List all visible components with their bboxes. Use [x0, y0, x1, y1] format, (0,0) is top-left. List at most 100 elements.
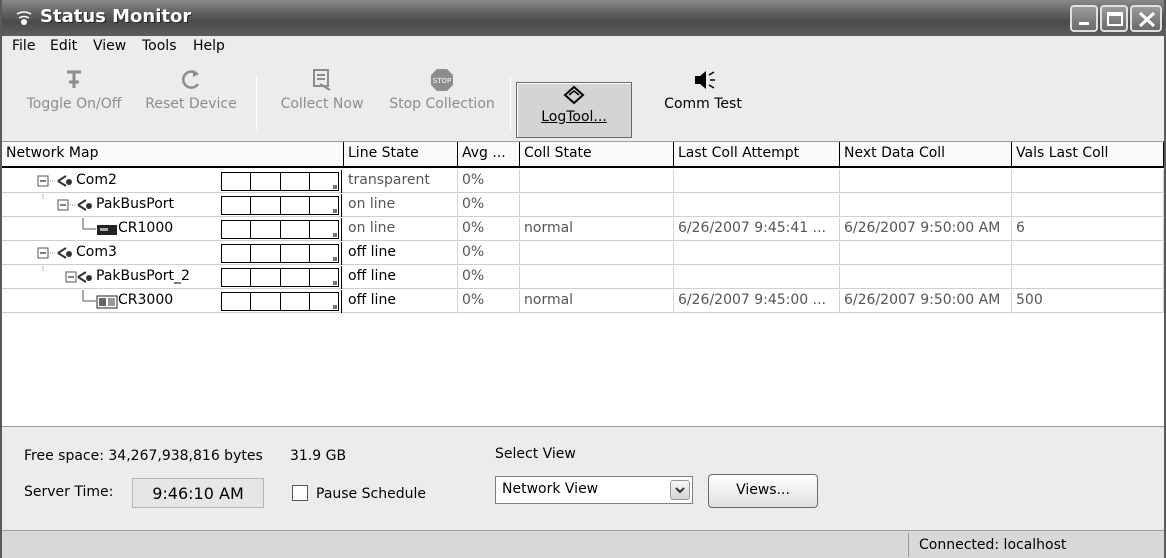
info-panel: Free space: 34,267,938,816 bytes 31.9 GB…: [2, 428, 1164, 530]
comm-test-button[interactable]: Comm Test: [652, 66, 754, 136]
toolbar-separator: [256, 76, 257, 130]
node-name[interactable]: CR3000: [118, 292, 173, 308]
last-coll-attempt: [674, 170, 840, 193]
network-map-cell: CR1000: [2, 218, 342, 241]
maximize-icon: [1107, 12, 1123, 26]
tree-expander[interactable]: [2, 266, 82, 289]
vals-last-coll: 500: [1012, 290, 1164, 313]
table-row[interactable]: CR3000 off line 0% normal 6/26/2007 9:45…: [2, 290, 1164, 313]
line-state: off line: [344, 242, 458, 265]
reset-device-button[interactable]: Reset Device: [138, 66, 244, 136]
node-name[interactable]: CR1000: [118, 220, 173, 236]
logtool-icon: [563, 85, 585, 105]
menu-view[interactable]: View: [93, 38, 126, 54]
free-space-gb: 31.9 GB: [290, 448, 347, 464]
logtool-label: LogTool...: [541, 109, 607, 125]
network-map-cell: PakBusPort: [2, 194, 342, 217]
menu-tools[interactable]: Tools: [142, 38, 177, 54]
coll-state: normal: [520, 290, 674, 313]
tree-branch: [82, 218, 96, 230]
toggle-on-off-button[interactable]: Toggle On/Off: [14, 66, 134, 136]
window-title: Status Monitor: [40, 6, 192, 27]
avg: 0%: [458, 290, 520, 313]
network-map-cell: Com3: [2, 242, 342, 265]
connection-status: Connected: localhost: [908, 533, 1162, 557]
pause-schedule-label[interactable]: Pause Schedule: [316, 486, 426, 502]
col-network-map[interactable]: Network Map: [2, 142, 344, 168]
select-view-dropdown[interactable]: Network View: [495, 476, 693, 504]
network-map-cell: Com2: [2, 170, 342, 193]
avg: 0%: [458, 266, 520, 289]
next-data-coll: [840, 242, 1012, 265]
server-time-label: Server Time:: [24, 484, 114, 500]
close-icon: [1138, 11, 1156, 28]
col-line-state[interactable]: Line State: [344, 142, 458, 168]
svg-text:STOP: STOP: [433, 77, 451, 85]
comm-test-label: Comm Test: [664, 96, 742, 112]
node-name[interactable]: Com3: [76, 244, 117, 260]
select-view-label: Select View: [495, 446, 576, 462]
collect-now-button[interactable]: Collect Now: [270, 66, 374, 136]
node-name[interactable]: PakBusPort_2: [96, 268, 190, 284]
collect-icon: [313, 69, 331, 91]
menu-file[interactable]: File: [12, 38, 35, 54]
vals-last-coll: [1012, 266, 1164, 289]
avg: 0%: [458, 218, 520, 241]
col-vals-last-coll[interactable]: Vals Last Coll: [1012, 142, 1164, 168]
last-coll-attempt: 6/26/2007 9:45:41 ...: [674, 218, 840, 241]
avg: 0%: [458, 242, 520, 265]
toolbar-separator: [510, 76, 511, 130]
table-row[interactable]: PakBusPort_2 off line 0%: [2, 266, 1164, 289]
chevron-down-icon[interactable]: [670, 480, 690, 500]
datalogger-icon: [97, 225, 117, 235]
table-row[interactable]: Com3 off line 0%: [2, 242, 1164, 265]
minimize-button[interactable]: [1070, 5, 1098, 32]
title-bar[interactable]: Status Monitor: [2, 0, 1164, 36]
close-button[interactable]: [1130, 5, 1162, 32]
select-view-value: Network View: [502, 481, 599, 497]
activity-indicator: [221, 172, 339, 191]
activity-indicator: [221, 268, 339, 287]
last-coll-attempt: [674, 266, 840, 289]
collect-label: Collect Now: [280, 96, 364, 112]
maximize-button[interactable]: [1100, 5, 1128, 32]
next-data-coll: [840, 194, 1012, 217]
col-next-data-coll[interactable]: Next Data Coll: [840, 142, 1012, 168]
grid-header: Network Map Line State Avg ... Coll Stat…: [2, 142, 1164, 168]
menu-help[interactable]: Help: [193, 38, 225, 54]
table-row[interactable]: Com2 transparent 0%: [2, 170, 1164, 193]
app-icon: [16, 11, 32, 25]
server-time-value: 9:46:10 AM: [132, 478, 264, 508]
toggle-icon: [67, 70, 81, 88]
pause-schedule-checkbox[interactable]: [292, 485, 308, 501]
menu-bar: File Edit View Tools Help: [2, 36, 1164, 58]
table-row[interactable]: PakBusPort on line 0%: [2, 194, 1164, 217]
node-name[interactable]: Com2: [76, 172, 117, 188]
logtool-button[interactable]: LogTool...: [516, 82, 632, 138]
tree-expander[interactable]: [2, 170, 62, 193]
table-row[interactable]: CR1000 on line 0% normal 6/26/2007 9:45:…: [2, 218, 1164, 241]
pakbus-port-icon: [77, 199, 92, 211]
vals-last-coll: [1012, 170, 1164, 193]
network-map-cell: PakBusPort_2: [2, 266, 342, 289]
activity-indicator: [221, 292, 339, 311]
reset-icon: [182, 70, 200, 89]
reset-label: Reset Device: [145, 96, 237, 112]
activity-indicator: [221, 244, 339, 263]
menu-edit[interactable]: Edit: [50, 38, 77, 54]
views-button[interactable]: Views...: [708, 474, 818, 508]
stop-collection-button[interactable]: STOP Stop Collection: [380, 66, 504, 136]
toggle-label: Toggle On/Off: [26, 96, 122, 112]
tree-expander[interactable]: [2, 194, 82, 217]
line-state: on line: [344, 194, 458, 217]
pakbus-port-icon: [77, 271, 92, 283]
tree-expander[interactable]: [2, 242, 62, 265]
next-data-coll: [840, 266, 1012, 289]
node-name[interactable]: PakBusPort: [96, 196, 174, 212]
col-avg[interactable]: Avg ...: [458, 142, 520, 168]
comport-icon: [57, 247, 72, 259]
col-last-coll-attempt[interactable]: Last Coll Attempt: [674, 142, 840, 168]
avg: 0%: [458, 194, 520, 217]
line-state: on line: [344, 218, 458, 241]
col-coll-state[interactable]: Coll State: [520, 142, 674, 168]
